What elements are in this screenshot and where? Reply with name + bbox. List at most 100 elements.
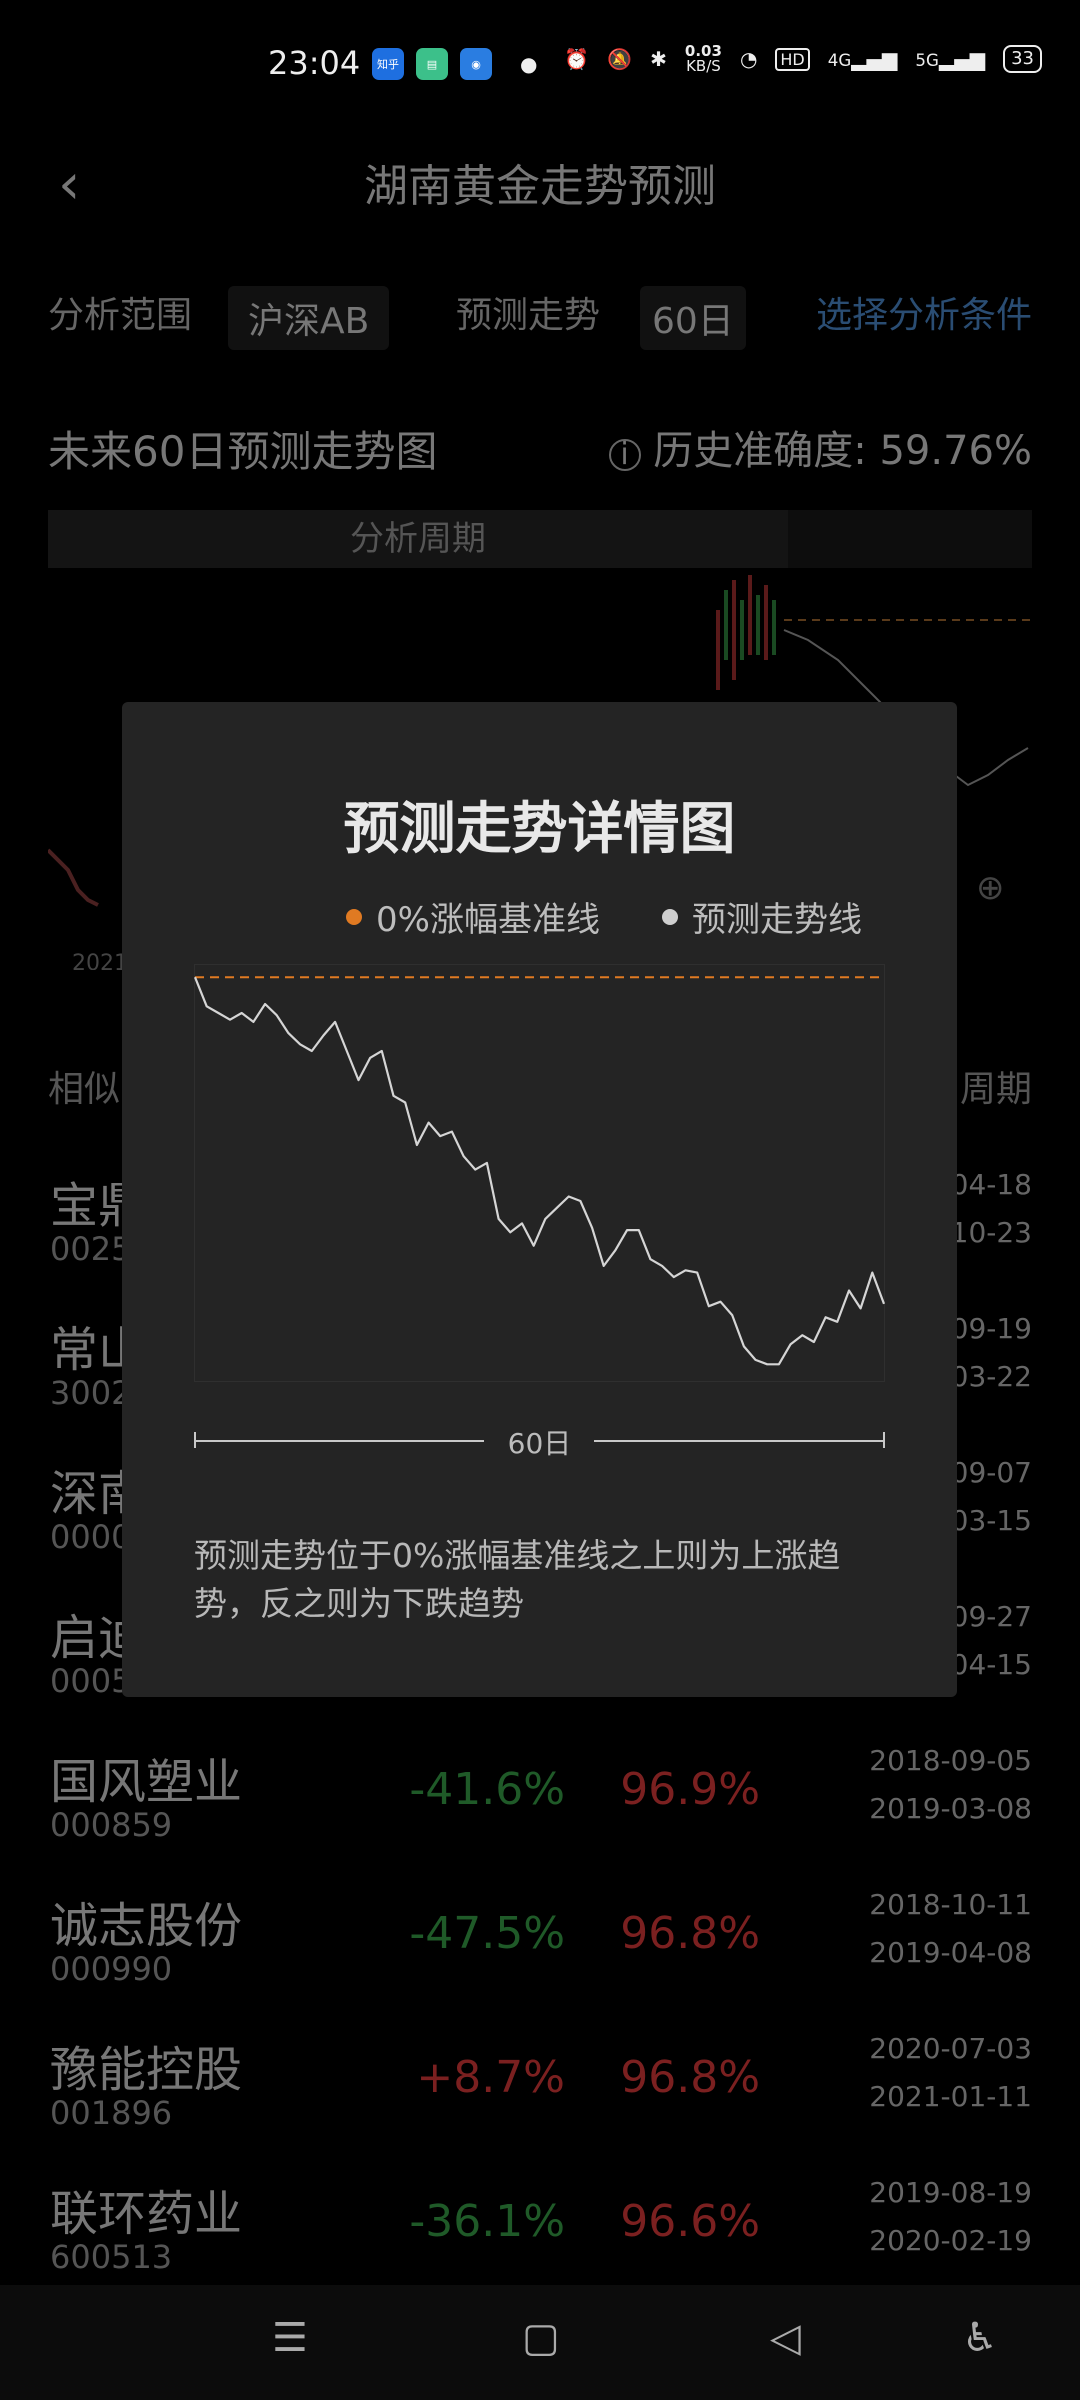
date-end: 2021-01-11: [869, 2080, 1032, 2113]
date-start: 2018-10-11: [869, 1888, 1032, 1921]
forecast-detail-dialog: 预测走势详情图 0%涨幅基准线 预测走势线 60日 预测走势位于0%涨幅基准线之…: [122, 702, 957, 1697]
accuracy-label: 历史准确度:: [653, 428, 867, 474]
price-change: -41.6%: [409, 1764, 565, 1815]
zoom-in-icon[interactable]: ⊕: [976, 868, 1005, 908]
date-end: 04-15: [950, 1648, 1032, 1681]
stock-name: 国风塑业: [50, 1754, 243, 1810]
range-select[interactable]: 沪深AB: [228, 286, 390, 350]
candle: [724, 590, 728, 660]
list-item[interactable]: 国风塑业 000859 -41.6% 96.9% 2018-09-05 2019…: [0, 1742, 1080, 1882]
list-item[interactable]: 豫能控股 001896 +8.7% 96.8% 2020-07-03 2021-…: [0, 2030, 1080, 2170]
accuracy-value: 59.76%: [879, 428, 1032, 474]
wifi-icon: ◔: [739, 47, 758, 71]
date-start: 09-07: [950, 1456, 1032, 1489]
date-end: 2019-04-08: [869, 1936, 1032, 1969]
date-start: 2018-09-05: [869, 1744, 1032, 1777]
forecast-chart-header: 未来60日预测走势图 i 历史准确度: 59.76%: [48, 410, 1032, 480]
legend-forecast-label: 预测走势线: [691, 900, 862, 940]
date-end: 10-23: [950, 1216, 1032, 1249]
status-icons: ⏰ 🔕 ✱ 0.03 KB/S ◔ HD 4G▂▄▆ 5G▂▄▆ 33: [564, 44, 1042, 74]
date-start: 09-19: [950, 1312, 1032, 1345]
similarity: 96.6%: [620, 2196, 760, 2247]
legend-baseline-label: 0%涨幅基准线: [376, 900, 600, 940]
zhihu-app-icon: 知乎: [372, 48, 404, 80]
trend-select[interactable]: 60日: [640, 286, 746, 350]
candle: [740, 600, 744, 660]
trend-label: 预测走势: [456, 295, 601, 336]
stock-code: 001896: [50, 2094, 173, 2132]
similar-header-right: 周期: [959, 1069, 1032, 1110]
stock-code: 3002: [50, 1374, 132, 1412]
back-icon[interactable]: ◁: [770, 2315, 801, 2361]
page-title: 湖南黄金走势预测: [364, 161, 716, 212]
stock-code: 000990: [50, 1950, 173, 1988]
dialog-title: 预测走势详情图: [343, 797, 736, 862]
range-label: 分析范围: [48, 295, 193, 336]
period-axis: 60日: [194, 1422, 885, 1460]
candle: [764, 585, 768, 660]
date-start: 04-18: [950, 1168, 1032, 1201]
stock-name: 豫能控股: [50, 2042, 243, 2098]
clock: 23:04: [268, 44, 361, 82]
accessibility-icon[interactable]: ♿: [962, 2315, 998, 2361]
hd-icon: HD: [775, 47, 810, 71]
stock-name: 联环药业: [50, 2186, 243, 2242]
price-change: +8.7%: [416, 2052, 565, 2103]
notes-app-icon: ▤: [416, 48, 448, 80]
chart-legend: 0%涨幅基准线 预测走势线: [346, 892, 862, 941]
net-speed-unit: KB/S: [686, 57, 721, 75]
analysis-period-bar: 分析周期: [48, 510, 788, 568]
stock-code: 0000: [50, 1518, 132, 1556]
date-end: 2019-03-08: [869, 1792, 1032, 1825]
more-notifications-dot-icon: ●: [520, 52, 538, 76]
menu-icon[interactable]: ☰: [272, 2315, 308, 2361]
stock-code: 0005: [50, 1662, 132, 1700]
axis-tick-end: [883, 1432, 885, 1448]
alarm-icon: ⏰: [564, 47, 590, 71]
partial-year-label: 2021: [72, 951, 128, 970]
app-header: ‹ 湖南黄金走势预测: [0, 140, 1080, 220]
bluetooth-icon: ✱: [650, 47, 667, 71]
similar-header-left: 相似: [48, 1069, 121, 1110]
accuracy: i 历史准确度: 59.76%: [608, 418, 1032, 476]
forecast-line-chart: [194, 964, 885, 1382]
price-change: -47.5%: [409, 1908, 565, 1959]
date-start: 2019-08-19: [869, 2176, 1032, 2209]
forecast-legend-dot: [661, 908, 678, 925]
date-start: 09-27: [950, 1600, 1032, 1633]
candle: [716, 610, 720, 690]
net-speed: 0.03 KB/S: [685, 44, 722, 74]
home-icon[interactable]: ▢: [522, 2315, 560, 2361]
date-end: 03-15: [950, 1504, 1032, 1537]
axis-line-right: [594, 1440, 885, 1442]
forecast-line: [194, 976, 885, 1366]
filter-bar: 分析范围 沪深AB 预测走势 60日 选择分析条件: [48, 278, 1032, 350]
candles-right: [716, 575, 776, 690]
stock-code: 600513: [50, 2238, 173, 2276]
battery-icon: 33: [1003, 45, 1042, 73]
candles-left: [48, 848, 99, 907]
price-change: -36.1%: [409, 2196, 565, 2247]
candle: [772, 600, 776, 655]
browser-app-icon: ◉: [460, 48, 492, 80]
signal-4g-icon: 4G▂▄▆: [827, 47, 898, 71]
info-icon[interactable]: i: [608, 439, 641, 471]
similarity: 96.9%: [620, 1764, 760, 1815]
choose-conditions-link[interactable]: 选择分析条件: [816, 286, 1032, 338]
status-bar: 23:04 知乎 ▤ ◉ ● ⏰ 🔕 ✱ 0.03 KB/S ◔ HD 4G▂▄…: [0, 0, 1080, 130]
candle: [732, 580, 736, 680]
forecast-period-bar: [788, 510, 1032, 568]
date-start: 2020-07-03: [869, 2032, 1032, 2065]
chart-frame: [194, 964, 885, 1382]
date-end: 03-22: [950, 1360, 1032, 1393]
similarity: 96.8%: [620, 1908, 760, 1959]
list-item[interactable]: 诚志股份 000990 -47.5% 96.8% 2018-10-11 2019…: [0, 1886, 1080, 2026]
net2-label: 5G: [915, 51, 939, 70]
stock-name: 诚志股份: [50, 1898, 243, 1954]
net1-label: 4G: [827, 51, 852, 70]
stock-code: 0025: [50, 1230, 132, 1268]
stock-code: 000859: [50, 1806, 173, 1844]
dialog-description: 预测走势位于0%涨幅基准线之上则为上涨趋势，反之则为下跌趋势: [194, 1536, 841, 1623]
date-end: 2020-02-19: [869, 2224, 1032, 2257]
forecast-chart-title: 未来60日预测走势图: [48, 427, 438, 476]
